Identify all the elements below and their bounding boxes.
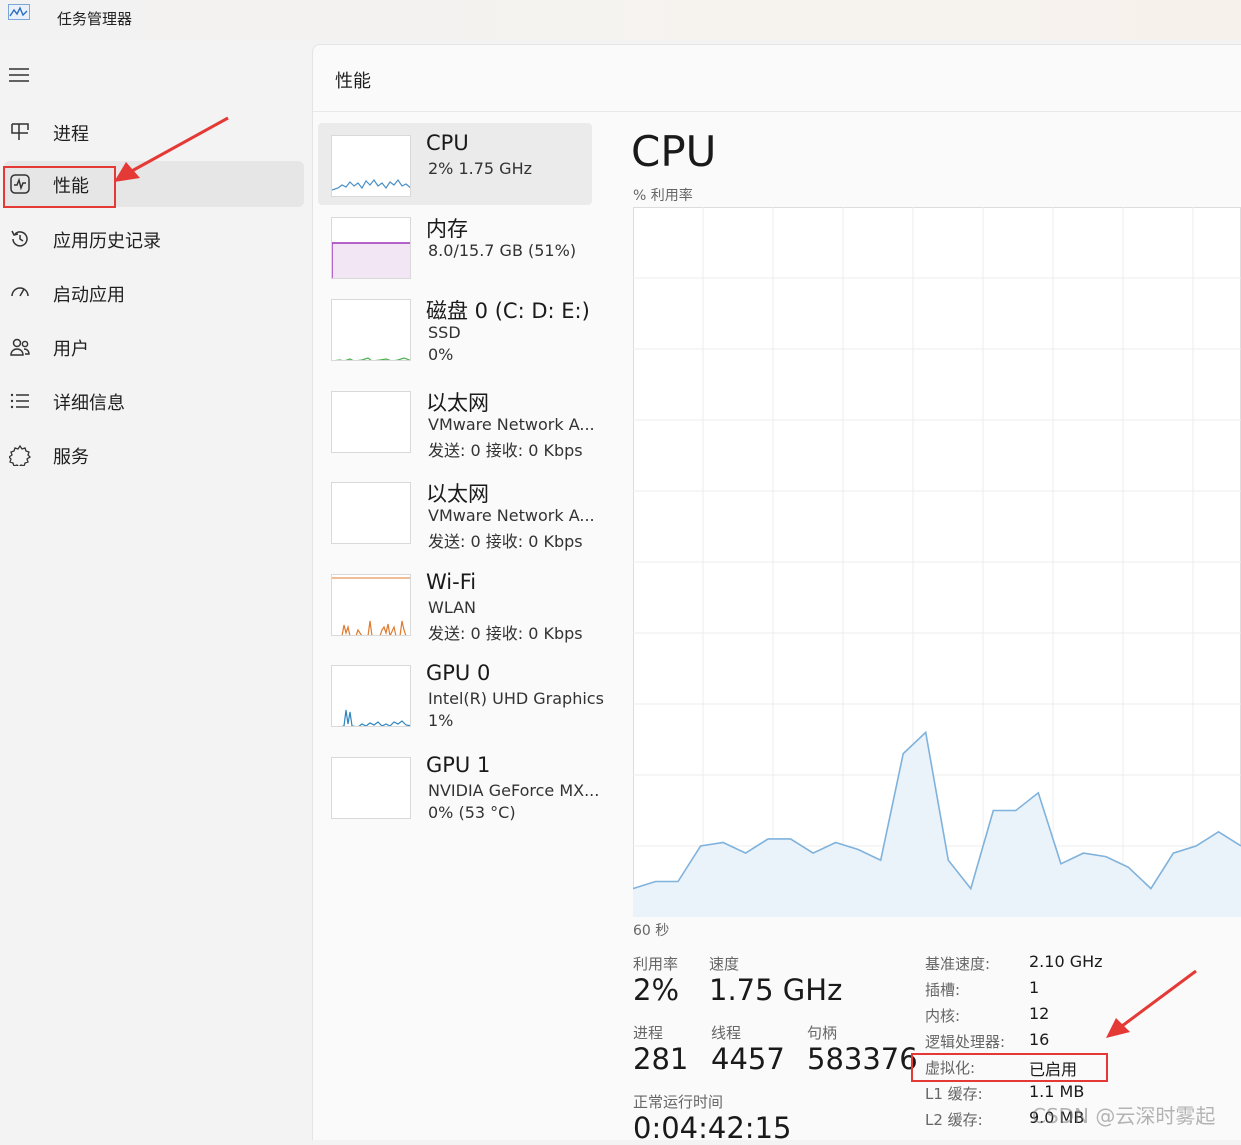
divider xyxy=(313,111,1241,112)
services-gear-icon xyxy=(9,444,31,466)
device-detail: 2% 1.75 GHz xyxy=(428,159,533,178)
memory-thumbnail xyxy=(331,217,411,279)
cpu-heading: CPU xyxy=(631,127,717,176)
perf-item-cpu[interactable]: CPU 2% 1.75 GHz xyxy=(318,123,592,205)
page-title: 性能 xyxy=(335,71,371,92)
device-detail: 发送: 0 接收: 0 Kbps xyxy=(428,532,583,551)
sidebar-item-details[interactable]: 详细信息 xyxy=(4,378,304,424)
performance-highlight-box xyxy=(3,166,116,208)
perf-item-ethernet-1[interactable]: 以太网 VMware Network A... 发送: 0 接收: 0 Kbps xyxy=(318,379,595,461)
memory-sparkline xyxy=(332,242,410,278)
spec-label: L2 缓存: xyxy=(925,1111,983,1129)
device-detail: 1% xyxy=(428,711,454,730)
watermark: CSDN @云深时雾起 xyxy=(1032,1104,1216,1128)
utilization-label: 利用率 xyxy=(633,955,679,973)
perf-item-gpu-0[interactable]: GPU 0 Intel(R) UHD Graphics 1% xyxy=(318,653,604,735)
device-name: GPU 1 xyxy=(426,753,491,777)
main-panel: 性能 CPU 2% 1.75 GHz 内存 8.0/15.7 GB (51%) xyxy=(312,44,1241,1145)
device-detail: NVIDIA GeForce MX... xyxy=(428,781,600,800)
sidebar-item-app-history[interactable]: 应用历史记录 xyxy=(4,216,304,262)
sidebar-item-label: 用户 xyxy=(53,339,89,360)
spec-value: 16 xyxy=(1029,1030,1050,1049)
process-grid-icon xyxy=(11,123,29,140)
sidebar-item-label: 服务 xyxy=(53,447,89,468)
device-detail: 发送: 0 接收: 0 Kbps xyxy=(428,624,583,643)
virtualization-highlight-box xyxy=(911,1053,1108,1082)
device-name: GPU 0 xyxy=(426,661,491,685)
perf-item-disk[interactable]: 磁盘 0 (C: D: E:) SSD 0% xyxy=(318,287,592,369)
time-range-caption: 60 秒 xyxy=(633,923,670,939)
wifi-sparkline xyxy=(332,577,410,635)
ethernet-thumbnail xyxy=(331,482,411,544)
cpu-utilization-graph xyxy=(633,207,1241,917)
device-detail: 8.0/15.7 GB (51%) xyxy=(428,241,577,260)
perf-item-memory[interactable]: 内存 8.0/15.7 GB (51%) xyxy=(318,205,592,287)
perf-item-gpu-1[interactable]: GPU 1 NVIDIA GeForce MX... 0% (53 °C) xyxy=(318,745,599,827)
spec-label: 逻辑处理器: xyxy=(925,1033,1006,1051)
sidebar-item-label: 进程 xyxy=(53,124,89,145)
sidebar-item-services[interactable]: 服务 xyxy=(4,432,304,478)
uptime-label: 正常运行时间 xyxy=(633,1093,724,1111)
cpu-thumbnail xyxy=(331,135,411,197)
hamburger-icon[interactable] xyxy=(8,66,30,84)
spec-value: 1.1 MB xyxy=(1029,1082,1085,1101)
window-title: 任务管理器 xyxy=(57,10,133,28)
cpu-sparkline xyxy=(332,178,410,191)
device-detail: WLAN xyxy=(428,598,477,617)
sidebar-item-label: 详细信息 xyxy=(53,393,125,414)
device-detail: SSD xyxy=(428,323,461,342)
handles-label: 句柄 xyxy=(807,1024,838,1042)
details-list-icon xyxy=(10,393,29,409)
speed-label: 速度 xyxy=(709,955,740,973)
device-name: 以太网 xyxy=(426,482,489,506)
spec-value: 1 xyxy=(1029,978,1040,997)
device-detail: VMware Network A... xyxy=(428,506,595,525)
title-bar: 任务管理器 xyxy=(0,0,1241,40)
spec-value: 2.10 GHz xyxy=(1029,952,1103,971)
device-detail: Intel(R) UHD Graphics xyxy=(428,689,604,708)
spec-label: 基准速度: xyxy=(925,955,991,973)
gpu0-sparkline xyxy=(341,709,410,726)
task-manager-icon xyxy=(8,4,30,20)
perf-item-wifi[interactable]: Wi-Fi WLAN 发送: 0 接收: 0 Kbps xyxy=(318,562,592,644)
speed-value: 1.75 GHz xyxy=(709,973,843,1007)
device-detail: 发送: 0 接收: 0 Kbps xyxy=(428,441,583,460)
sidebar-item-startup-apps[interactable]: 启动应用 xyxy=(4,270,304,316)
device-detail: 0% (53 °C) xyxy=(428,803,516,822)
uptime-value: 0:04:42:15 xyxy=(633,1111,792,1145)
perf-item-ethernet-2[interactable]: 以太网 VMware Network A... 发送: 0 接收: 0 Kbps xyxy=(318,470,595,552)
disk-sparkline xyxy=(335,357,410,360)
gpu1-thumbnail xyxy=(331,757,411,819)
gpu0-thumbnail xyxy=(331,665,411,727)
sidebar-item-processes[interactable]: 进程 xyxy=(4,109,304,155)
threads-value: 4457 xyxy=(711,1042,785,1076)
spec-label: L1 缓存: xyxy=(925,1085,983,1103)
spec-value: 12 xyxy=(1029,1004,1050,1023)
device-name: CPU xyxy=(426,131,469,155)
handles-value: 583376 xyxy=(807,1042,918,1076)
device-name: 磁盘 0 (C: D: E:) xyxy=(426,299,590,323)
wifi-thumbnail xyxy=(331,574,411,636)
device-name: Wi-Fi xyxy=(426,570,477,594)
device-name: 内存 xyxy=(426,217,468,241)
startup-speedometer-icon xyxy=(11,287,29,297)
processes-label: 进程 xyxy=(633,1024,664,1042)
device-detail: 0% xyxy=(428,345,454,364)
spec-label: 插槽: xyxy=(925,981,961,999)
device-name: 以太网 xyxy=(426,391,489,415)
history-icon xyxy=(11,230,28,247)
spec-label: 内核: xyxy=(925,1007,961,1025)
disk-thumbnail xyxy=(331,299,411,361)
sidebar-item-label: 启动应用 xyxy=(53,285,125,306)
users-icon xyxy=(10,338,30,356)
sidebar-item-label: 应用历史记录 xyxy=(53,231,161,252)
processes-value: 281 xyxy=(633,1042,689,1076)
device-detail: VMware Network A... xyxy=(428,415,595,434)
utilization-value: 2% xyxy=(633,973,680,1007)
utilization-caption: % 利用率 xyxy=(633,188,693,204)
threads-label: 线程 xyxy=(711,1024,742,1042)
ethernet-thumbnail xyxy=(331,391,411,453)
sidebar-item-users[interactable]: 用户 xyxy=(4,324,304,370)
